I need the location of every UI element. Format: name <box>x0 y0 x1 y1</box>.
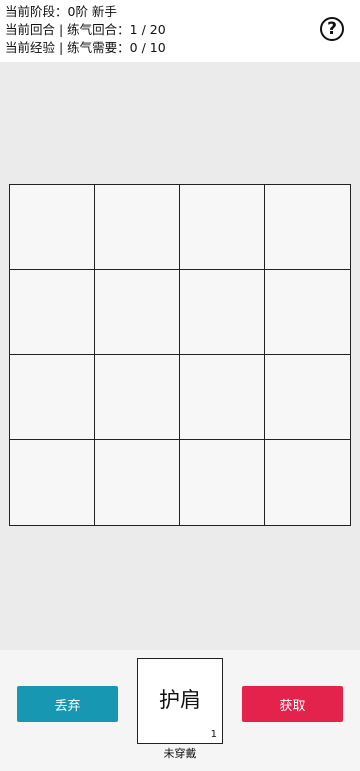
grid-cell[interactable] <box>265 440 350 525</box>
experience-text: 当前经验 | 练气需要：0 / 10 <box>5 40 166 55</box>
status-header: 当前阶段：0阶 新手 当前回合 | 练气回合：1 / 20 当前经验 | 练气需… <box>0 0 360 62</box>
help-button[interactable]: ? <box>320 17 344 41</box>
grid-cell[interactable] <box>10 270 95 355</box>
grid-cell[interactable] <box>10 440 95 525</box>
grid-cell[interactable] <box>265 270 350 355</box>
grid-cell[interactable] <box>180 185 265 270</box>
obtain-button[interactable]: 获取 <box>242 686 343 722</box>
grid-cell[interactable] <box>95 355 180 440</box>
action-footer: 丢弃 护肩 1 未穿戴 获取 <box>0 650 360 771</box>
item-card[interactable]: 护肩 1 <box>137 658 223 744</box>
grid-cell[interactable] <box>180 270 265 355</box>
question-circle-icon: ? <box>327 18 337 39</box>
grid-cell[interactable] <box>95 440 180 525</box>
grid-cell[interactable] <box>95 185 180 270</box>
item-count: 1 <box>210 729 217 740</box>
grid-cell[interactable] <box>10 185 95 270</box>
grid-cell[interactable] <box>180 355 265 440</box>
item-status: 未穿戴 <box>163 747 197 760</box>
stage-text: 当前阶段：0阶 新手 <box>5 4 117 19</box>
grid-cell[interactable] <box>180 440 265 525</box>
discard-button[interactable]: 丢弃 <box>17 686 118 722</box>
round-text: 当前回合 | 练气回合：1 / 20 <box>5 22 166 37</box>
grid-cell[interactable] <box>265 185 350 270</box>
grid-cell[interactable] <box>95 270 180 355</box>
item-name: 护肩 <box>159 688 201 712</box>
grid-cell[interactable] <box>10 355 95 440</box>
inventory-grid <box>9 184 351 526</box>
grid-cell[interactable] <box>265 355 350 440</box>
board-area <box>0 62 360 650</box>
